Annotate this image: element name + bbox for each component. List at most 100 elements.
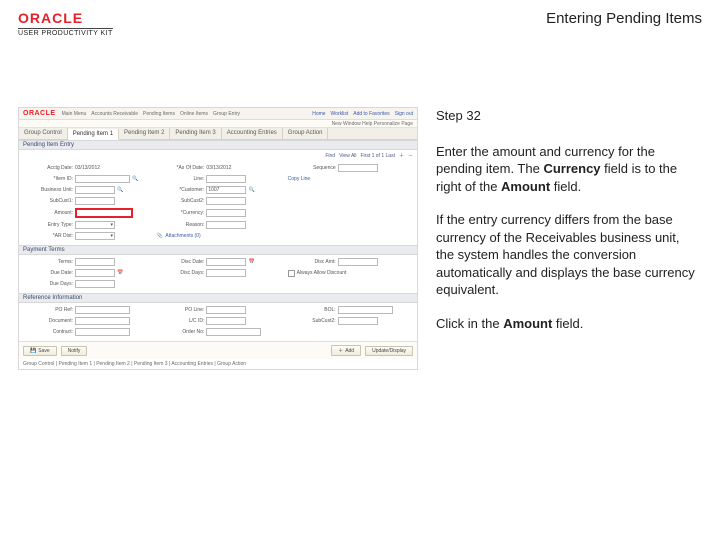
save-icon: 💾 [30, 348, 36, 354]
label-line: Line: [156, 176, 204, 182]
po-line-input[interactable] [206, 306, 246, 314]
copy-line-link[interactable]: Copy Line [288, 176, 311, 182]
link-worklist[interactable]: Worklist [331, 111, 349, 117]
label-disc-date: Disc Date: [156, 259, 204, 265]
save-button[interactable]: 💾Save [23, 346, 57, 356]
label-item-id: *Item ID: [25, 176, 73, 182]
link-favorites[interactable]: Add to Favorites [353, 111, 389, 117]
tabs: Group Control Pending Item 1 Pending Ite… [19, 128, 417, 140]
lookup-icon[interactable]: 🔍 [248, 187, 255, 194]
save-button-label: Save [38, 348, 49, 354]
toolbar-find[interactable]: Find [325, 152, 335, 159]
nav-item[interactable]: Main Menu [62, 111, 87, 117]
amount-input[interactable] [75, 208, 133, 218]
link-home[interactable]: Home [312, 111, 325, 117]
subnav[interactable]: New Window Help Personalize Page [332, 121, 413, 127]
disc-amt-input[interactable] [338, 258, 378, 266]
customer-input[interactable]: 1007 [206, 186, 246, 194]
label-po-ref: PO Ref: [25, 307, 73, 313]
notify-button-label: Notify [68, 348, 81, 354]
label-entry-type: Entry Type: [25, 222, 73, 228]
item-id-input[interactable] [75, 175, 130, 183]
calendar-icon[interactable]: 📅 [117, 270, 124, 277]
nav-item[interactable]: Group Entry [213, 111, 240, 117]
instruction-p3: Click in the Amount field. [436, 315, 696, 333]
label-contract: Contract: [25, 329, 73, 335]
app-breadcrumb: Main Menu Accounts Receivable Pending It… [62, 111, 240, 117]
lookup-icon[interactable]: 🔍 [132, 176, 139, 183]
label-as-of-date: *As Of Date: [156, 165, 204, 171]
update-button-label: Update/Display [372, 348, 406, 354]
bottom-tab-links[interactable]: Group Control | Pending Item 1 | Pending… [19, 359, 417, 369]
disc-days-input[interactable] [206, 269, 246, 277]
nav-item[interactable]: Pending Items [143, 111, 175, 117]
update-button[interactable]: Update/Display [365, 346, 413, 356]
section-reference-info: Reference Information [19, 293, 417, 303]
tab-accounting-entries[interactable]: Accounting Entries [222, 128, 283, 139]
subcust2-ref-input[interactable] [338, 317, 378, 325]
disc-date-input[interactable] [206, 258, 246, 266]
tab-group-action[interactable]: Group Action [283, 128, 329, 139]
instruction-p1: Enter the amount and currency for the pe… [436, 143, 696, 196]
sequence-input[interactable] [338, 164, 378, 172]
ar-dist-select[interactable] [75, 232, 115, 240]
label-sequence: Sequence [288, 165, 336, 171]
toolbar-range: First 1 of 1 Last [361, 152, 395, 159]
value-acctg-date: 03/13/2012 [75, 165, 100, 171]
add-button[interactable]: ＋Add [331, 345, 361, 356]
app-screenshot: ORACLE Main Menu Accounts Receivable Pen… [18, 107, 418, 370]
contract-input[interactable] [75, 328, 130, 336]
label-disc-days: Disc Days: [156, 270, 204, 276]
bol-input[interactable] [338, 306, 393, 314]
text-run: field. [552, 316, 583, 331]
subcust1-input[interactable] [75, 197, 115, 205]
business-unit-input[interactable] [75, 186, 115, 194]
po-ref-input[interactable] [75, 306, 130, 314]
link-signout[interactable]: Sign out [395, 111, 413, 117]
label-subcust2-ref: SubCust2: [288, 318, 336, 324]
label-bol: BOL: [288, 307, 336, 313]
section-pending-item-entry: Pending Item Entry [19, 140, 417, 150]
order-no-input[interactable] [206, 328, 261, 336]
label-subcust2: SubCust2: [156, 198, 204, 204]
tab-pending-item-1[interactable]: Pending Item 1 [68, 129, 119, 140]
nav-item[interactable]: Accounts Receivable [91, 111, 138, 117]
add-row-icon[interactable]: ＋ [399, 152, 404, 159]
app-logo: ORACLE [23, 110, 56, 117]
tab-pending-item-2[interactable]: Pending Item 2 [119, 128, 170, 139]
label-currency: *Currency: [156, 210, 204, 216]
text-bold: Amount [501, 179, 550, 194]
lc-id-input[interactable] [206, 317, 246, 325]
label-business-unit: Business Unit: [25, 187, 73, 193]
attachments-link[interactable]: Attachments (0) [165, 233, 200, 239]
attachment-icon[interactable]: 📎 [156, 233, 163, 240]
terms-input[interactable] [75, 258, 115, 266]
notify-button[interactable]: Notify [61, 346, 88, 356]
tab-pending-item-3[interactable]: Pending Item 3 [170, 128, 221, 139]
brand-logo: ORACLE USER PRODUCTIVITY KIT [18, 10, 113, 37]
label-document: Document: [25, 318, 73, 324]
label-order-no: Order No: [156, 329, 204, 335]
due-days-input[interactable] [75, 280, 115, 288]
allow-discount-checkbox[interactable] [288, 270, 295, 277]
label-reason: Reason: [156, 222, 204, 228]
delete-row-icon[interactable]: － [408, 152, 413, 159]
label-amount: Amount: [25, 210, 73, 216]
subcust2-input[interactable] [206, 197, 246, 205]
document-input[interactable] [75, 317, 130, 325]
due-date-input[interactable] [75, 269, 115, 277]
reason-input[interactable] [206, 221, 246, 229]
entry-type-select[interactable] [75, 221, 115, 229]
lookup-icon[interactable]: 🔍 [117, 187, 124, 194]
label-disc-amt: Disc Amt: [288, 259, 336, 265]
instruction-panel: Step 32 Enter the amount and currency fo… [436, 107, 696, 370]
tab-group-control[interactable]: Group Control [19, 128, 68, 139]
label-acctg-date: Acctg Date: [25, 165, 73, 171]
line-input[interactable] [206, 175, 246, 183]
toolbar-viewall[interactable]: View All [339, 152, 356, 159]
instruction-p2: If the entry currency differs from the b… [436, 211, 696, 299]
calendar-icon[interactable]: 📅 [248, 259, 255, 266]
currency-input[interactable] [206, 209, 246, 217]
label-customer: *Customer: [156, 187, 204, 193]
nav-item[interactable]: Online Items [180, 111, 208, 117]
